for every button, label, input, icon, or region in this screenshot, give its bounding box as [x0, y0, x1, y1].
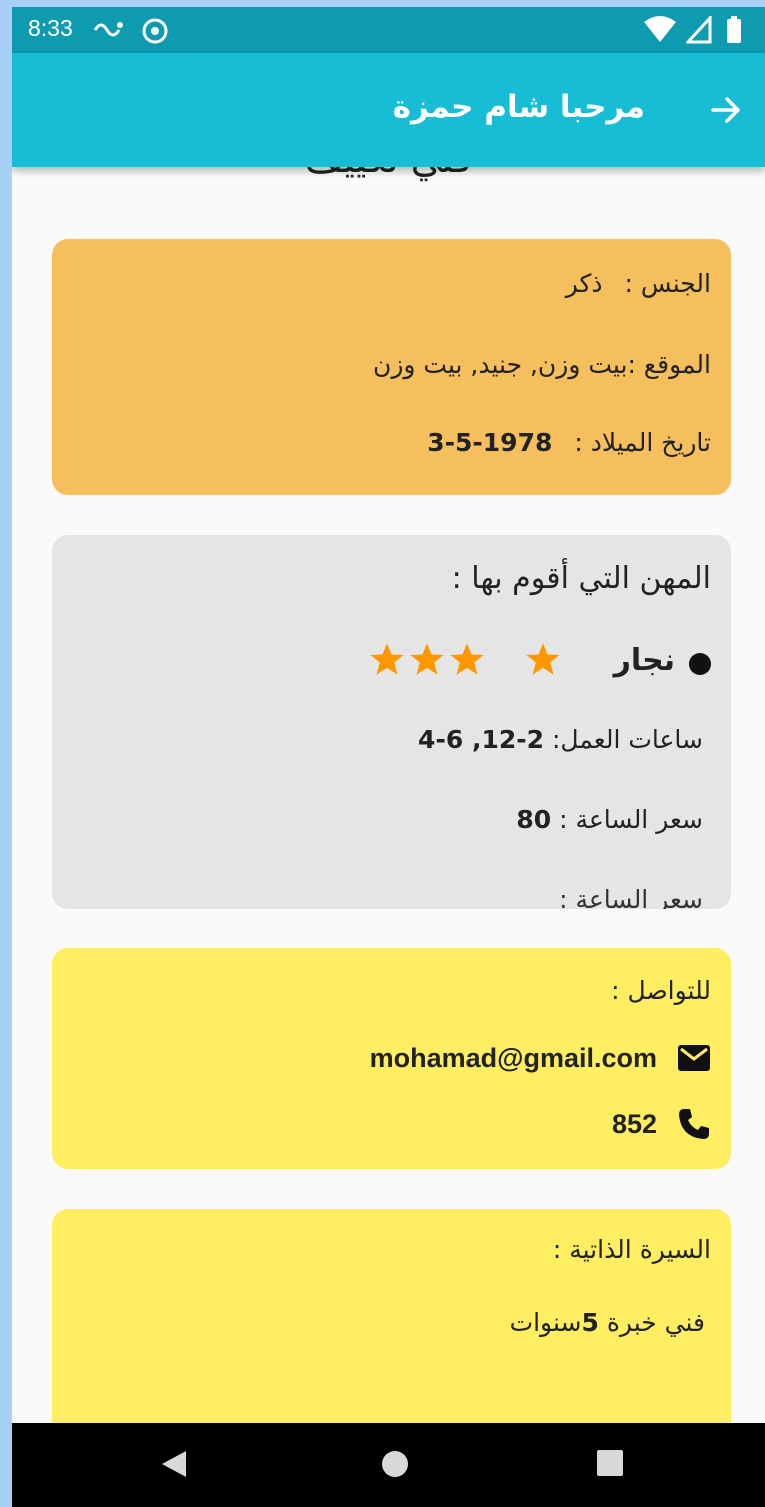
contact-heading: للتواصل : [611, 976, 711, 1005]
notification-icon [93, 22, 123, 37]
job-price-value: 80 [516, 805, 552, 834]
profile-scroll-area[interactable]: فني تكييف الجنس : ذكر الموقع :بيت وزن, ج… [12, 167, 765, 1423]
phone-icon [679, 1109, 709, 1139]
gender-label: الجنس : [624, 269, 712, 298]
jobs-card: المهن التي أقوم بها : نجار ساعات العمل: … [52, 535, 731, 909]
job-hours-row: ساعات العمل: 2-12, 6-4 [418, 725, 703, 754]
job-hours-value: 2-12, 6-4 [418, 725, 545, 754]
app-bar-title: مرحبا شام حمزة [392, 89, 645, 125]
gender-value: ذكر [565, 269, 603, 298]
bio-card: السيرة الذاتية : فني خبرة 5سنوات [52, 1209, 731, 1423]
jobs-heading: المهن التي أقوم بها : [451, 561, 711, 596]
wifi-icon [644, 16, 676, 42]
email-row[interactable]: mohamad@gmail.com [370, 1038, 711, 1078]
job-hours-label: ساعات العمل: [551, 725, 703, 754]
status-time: 8:33 [28, 15, 73, 41]
cut-off-text: سعر الساعة : [559, 885, 703, 909]
arrow-right-icon[interactable] [709, 93, 743, 127]
bullet-icon [689, 653, 711, 675]
location-row: الموقع :بيت وزن, جنيد, بيت وزن [373, 350, 711, 379]
bio-text: فني خبرة 5سنوات [510, 1308, 705, 1337]
phone-screen: 8:33 مرحبا شام حمزة فني تكييف الجن [12, 7, 765, 1507]
star-icon [526, 643, 560, 675]
bio-heading: السيرة الذاتية : [552, 1235, 711, 1264]
job-price-label: سعر الساعة : [559, 805, 703, 834]
gender-row: الجنس : ذكر [566, 269, 711, 298]
job-item[interactable]: نجار [311, 641, 711, 685]
cut-off-row: سعر الساعة : [559, 885, 703, 909]
signal-icon [686, 16, 712, 44]
app-bar: مرحبا شام حمزة [12, 53, 765, 167]
birth-value: 1978-5-3 [427, 428, 553, 457]
sync-icon [142, 18, 168, 44]
mail-icon [678, 1045, 710, 1071]
star-icon [370, 643, 404, 675]
bio-text-prefix: فني خبرة [598, 1308, 705, 1337]
phone-text[interactable]: 852 [612, 1109, 657, 1140]
phone-row[interactable]: 852 [612, 1104, 711, 1144]
job-price-row: سعر الساعة : 80 [516, 805, 703, 834]
recents-square-icon[interactable] [596, 1449, 624, 1477]
info-card: الجنس : ذكر الموقع :بيت وزن, جنيد, بيت و… [52, 239, 731, 495]
bio-text-suffix: سنوات [509, 1308, 582, 1337]
profile-heading: فني تكييف [12, 167, 765, 181]
bio-years: 5 [581, 1308, 599, 1337]
star-icon [410, 643, 444, 675]
location-label: الموقع : [627, 350, 711, 379]
birth-row: تاريخ الميلاد : 1978-5-3 [427, 428, 711, 457]
status-bar: 8:33 [12, 7, 765, 53]
location-value: بيت وزن, جنيد, بيت وزن [372, 350, 628, 379]
birth-label: تاريخ الميلاد : [574, 428, 711, 457]
system-nav-bar [12, 1423, 765, 1507]
email-text[interactable]: mohamad@gmail.com [370, 1043, 657, 1074]
home-circle-icon[interactable] [380, 1449, 410, 1479]
back-triangle-icon[interactable] [160, 1449, 188, 1479]
job-rating [369, 641, 561, 677]
contact-card: للتواصل : mohamad@gmail.com 852 [52, 948, 731, 1169]
battery-icon [727, 16, 741, 43]
star-icon [450, 643, 484, 675]
job-name: نجار [613, 643, 675, 678]
